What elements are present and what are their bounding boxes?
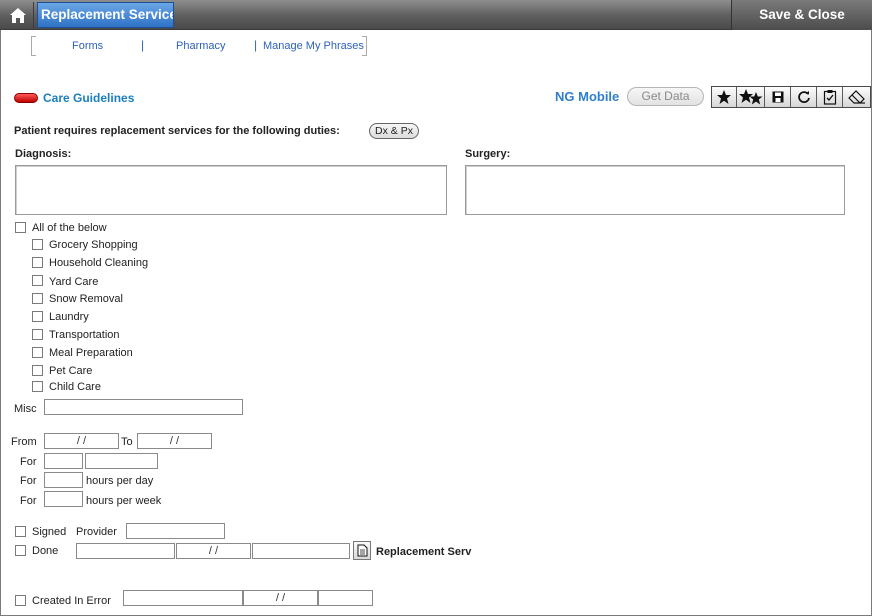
provider-label: Provider [76, 526, 117, 538]
from-label: From [11, 436, 37, 448]
transportation-label: Transportation [49, 329, 120, 341]
yard-care-checkbox[interactable] [32, 275, 43, 286]
double-star-icon [738, 89, 762, 105]
to-label: To [121, 436, 133, 448]
home-button[interactable] [2, 2, 34, 28]
save-button[interactable] [765, 87, 791, 107]
form-title-tab[interactable]: Replacement Services [37, 2, 174, 28]
for-label: For [20, 456, 37, 468]
all-of-below-checkbox[interactable] [15, 222, 26, 233]
star-icon [717, 90, 731, 104]
care-guidelines-indicator[interactable] [14, 93, 38, 103]
to-date-input[interactable]: / / [137, 433, 212, 449]
clear-button[interactable] [843, 87, 870, 107]
household-cleaning-label: Household Cleaning [49, 257, 149, 269]
diagnosis-textarea[interactable] [15, 165, 447, 215]
all-of-below-label: All of the below [32, 222, 107, 234]
care-guidelines-link[interactable]: Care Guidelines [43, 91, 134, 105]
nav-link-manage-phrases[interactable]: Manage My Phrases [263, 40, 364, 52]
error-time-input[interactable] [318, 590, 373, 606]
for-label: For [20, 495, 37, 507]
done-label: Done [32, 545, 59, 557]
nav-link-pharmacy[interactable]: Pharmacy [176, 40, 226, 52]
meal-preparation-checkbox[interactable] [32, 347, 43, 358]
document-icon [357, 544, 367, 557]
for-quantity-input[interactable] [44, 453, 83, 469]
yard-care-label: Yard Care [49, 276, 99, 288]
note-button[interactable] [353, 541, 371, 560]
refresh-button[interactable] [791, 87, 817, 107]
nav-link-forms[interactable]: Forms [72, 40, 103, 52]
snow-removal-checkbox[interactable] [32, 293, 43, 304]
title-bar: Replacement Services Save & Close [0, 0, 872, 30]
signed-label: Signed [32, 526, 67, 538]
favorites-list-button[interactable] [737, 87, 765, 107]
for-label: For [20, 475, 37, 487]
hours-per-day-input[interactable] [44, 472, 83, 488]
snow-removal-label: Snow Removal [49, 293, 123, 305]
clipboard-check-icon [823, 90, 836, 105]
favorite-button[interactable] [712, 87, 737, 107]
save-close-button[interactable]: Save & Close [731, 0, 872, 30]
child-care-checkbox[interactable] [32, 381, 43, 392]
floppy-disk-icon [772, 91, 783, 103]
surgery-textarea[interactable] [465, 165, 845, 215]
done-time-input[interactable] [252, 543, 350, 559]
done-checkbox[interactable] [15, 545, 26, 556]
error-by-input[interactable] [123, 590, 243, 606]
created-in-error-checkbox[interactable] [15, 595, 26, 606]
laundry-label: Laundry [49, 311, 89, 323]
hours-per-day-label: hours per day [86, 475, 154, 487]
pet-care-checkbox[interactable] [32, 365, 43, 376]
dx-px-button[interactable]: Dx & Px [369, 123, 419, 139]
signed-checkbox[interactable] [15, 526, 26, 537]
from-date-input[interactable]: / / [44, 433, 119, 449]
eraser-icon [847, 90, 865, 104]
misc-label: Misc [14, 403, 37, 415]
icon-toolbar [711, 86, 871, 108]
refresh-icon [797, 91, 810, 103]
for-unit-input[interactable] [85, 453, 158, 469]
done-by-input[interactable] [76, 543, 175, 559]
grocery-shopping-checkbox[interactable] [32, 239, 43, 250]
clipboard-button[interactable] [817, 87, 843, 107]
done-date-input[interactable]: / / [176, 543, 251, 559]
nav-bracket-right [362, 36, 367, 56]
nav-separator: | [141, 38, 145, 52]
grocery-shopping-label: Grocery Shopping [49, 239, 138, 251]
hours-per-week-input[interactable] [44, 491, 83, 507]
laundry-checkbox[interactable] [32, 311, 43, 322]
pet-care-label: Pet Care [49, 365, 93, 377]
created-in-error-label: Created In Error [32, 595, 111, 607]
meal-preparation-label: Meal Preparation [49, 347, 133, 359]
replacement-serv-label: Replacement Serv [376, 546, 472, 558]
diagnosis-label: Diagnosis: [15, 148, 72, 160]
hours-per-week-label: hours per week [86, 495, 162, 507]
provider-input[interactable] [126, 523, 225, 539]
duties-label: Patient requires replacement services fo… [14, 125, 340, 137]
child-care-label: Child Care [49, 381, 101, 393]
misc-input[interactable] [44, 399, 243, 415]
transportation-checkbox[interactable] [32, 329, 43, 340]
nav-separator: | [254, 38, 258, 52]
error-date-input[interactable]: / / [243, 590, 318, 606]
nav-bracket-left [31, 36, 36, 56]
get-data-button[interactable]: Get Data [627, 87, 704, 106]
surgery-label: Surgery: [465, 148, 511, 160]
ng-mobile-label: NG Mobile [555, 89, 620, 104]
household-cleaning-checkbox[interactable] [32, 257, 43, 268]
home-icon [9, 7, 26, 23]
